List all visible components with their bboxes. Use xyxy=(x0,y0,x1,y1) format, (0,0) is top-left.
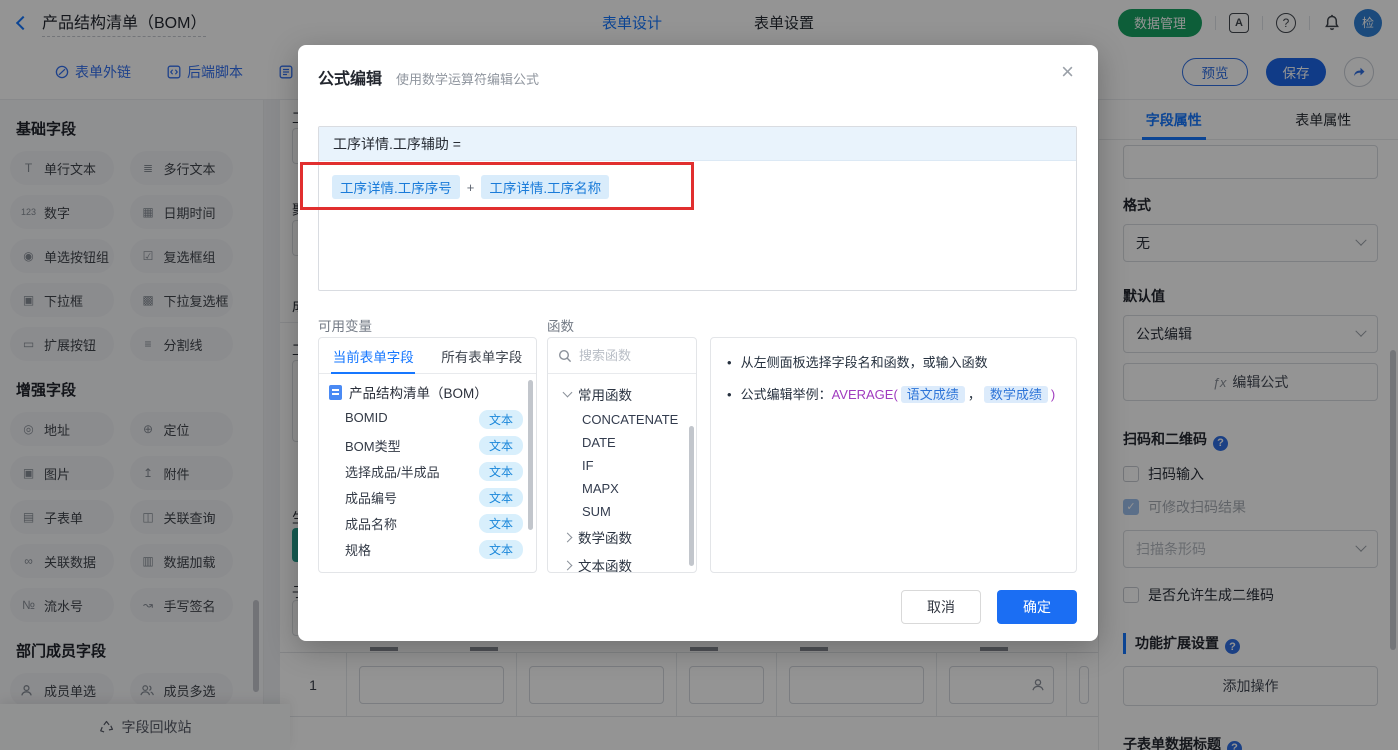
variables-tabs: 当前表单字段 所有表单字段 xyxy=(319,338,536,374)
bullet-icon: • xyxy=(727,387,732,402)
variable-field-row[interactable]: BOMID 文本 xyxy=(319,406,536,432)
type-tag: 文本 xyxy=(478,514,523,533)
cancel-button[interactable]: 取消 xyxy=(901,590,981,624)
form-node[interactable]: 产品结构清单（BOM） xyxy=(319,374,536,406)
variable-field-row[interactable]: 选择成品/半成品 文本 xyxy=(319,458,536,484)
example-close-paren: ) xyxy=(1050,387,1056,402)
formula-assignment: 工序详情.工序辅助 = xyxy=(319,127,1076,161)
variable-field-row[interactable]: 规格 文本 xyxy=(319,536,536,562)
app-root: 产品结构清单（BOM） 表单设计 表单设置 数据管理 A ? 检 表单外链 后端… xyxy=(0,0,1398,750)
type-tag: 文本 xyxy=(478,488,523,507)
function-item[interactable]: DATE xyxy=(556,431,688,454)
type-tag: 文本 xyxy=(478,540,523,559)
group-math-functions[interactable]: 数学函数 xyxy=(556,523,688,551)
variables-panel: 当前表单字段 所有表单字段 产品结构清单（BOM） BOMID 文本 BOM类型文… xyxy=(318,337,537,573)
example-field-chip: 数学成绩 xyxy=(983,386,1048,403)
chevron-down-icon xyxy=(562,387,573,398)
modal-subtitle: 使用数学运算符编辑公式 xyxy=(396,72,540,87)
formula-editor-modal: 公式编辑 使用数学运算符编辑公式 × 工序详情.工序辅助 = 工序详情.工序序号… xyxy=(298,45,1098,641)
type-tag: 文本 xyxy=(478,410,523,429)
modal-footer: 取消 确定 xyxy=(901,590,1077,624)
confirm-button[interactable]: 确定 xyxy=(997,590,1077,624)
example-function-name: AVERAGE( xyxy=(831,387,898,402)
group-text-functions[interactable]: 文本函数 xyxy=(556,551,688,572)
formula-expression[interactable]: 工序详情.工序序号 + 工序详情.工序名称 xyxy=(319,161,1076,213)
formula-operator: + xyxy=(466,179,475,195)
bullet-icon: • xyxy=(727,355,732,370)
type-tag: 文本 xyxy=(478,436,523,455)
type-tag: 文本 xyxy=(478,462,523,481)
form-doc-icon xyxy=(329,384,342,400)
help-example: • 公式编辑举例：AVERAGE(语文成绩，数学成绩) xyxy=(727,386,1056,403)
functions-panel: 常用函数 CONCATENATE DATE IF MAPX SUM 数学函数 文… xyxy=(547,337,697,573)
variable-field-row[interactable]: BOM类型 文本 xyxy=(319,432,536,458)
modal-header: 公式编辑 使用数学运算符编辑公式 xyxy=(298,45,1098,89)
chevron-right-icon xyxy=(562,532,573,542)
help-panel: • 从左侧面板选择字段名和函数，或输入函数 • 公式编辑举例：AVERAGE(语… xyxy=(710,337,1077,573)
tab-all-form-fields[interactable]: 所有表单字段 xyxy=(428,338,537,373)
function-item[interactable]: IF xyxy=(556,454,688,477)
search-input[interactable] xyxy=(579,348,679,363)
variable-field-row[interactable]: 成品编号 文本 xyxy=(319,484,536,510)
help-tip: • 从左侧面板选择字段名和函数，或输入函数 xyxy=(727,355,988,370)
functions-scrollbar[interactable] xyxy=(689,426,694,566)
formula-editor[interactable]: 工序详情.工序辅助 = 工序详情.工序序号 + 工序详情.工序名称 xyxy=(318,126,1077,291)
tab-current-form-fields[interactable]: 当前表单字段 xyxy=(319,338,428,373)
formula-field-chip[interactable]: 工序详情.工序序号 xyxy=(332,175,460,199)
variables-label: 可用变量 xyxy=(318,319,372,334)
example-field-chip: 语文成绩 xyxy=(900,386,965,403)
function-search[interactable] xyxy=(548,338,696,374)
function-item[interactable]: CONCATENATE xyxy=(556,408,688,431)
variable-field-row[interactable]: 成品名称 文本 xyxy=(319,510,536,536)
group-common-functions[interactable]: 常用函数 xyxy=(556,380,688,408)
formula-field-chip[interactable]: 工序详情.工序名称 xyxy=(481,175,610,199)
close-icon[interactable]: × xyxy=(1061,61,1074,83)
function-item[interactable]: MAPX xyxy=(556,477,688,500)
variables-scrollbar[interactable] xyxy=(528,380,533,530)
function-item[interactable]: SUM xyxy=(556,500,688,523)
functions-label: 函数 xyxy=(547,319,574,334)
modal-title: 公式编辑 xyxy=(318,71,383,88)
chevron-right-icon xyxy=(562,560,573,570)
search-icon xyxy=(558,349,572,362)
